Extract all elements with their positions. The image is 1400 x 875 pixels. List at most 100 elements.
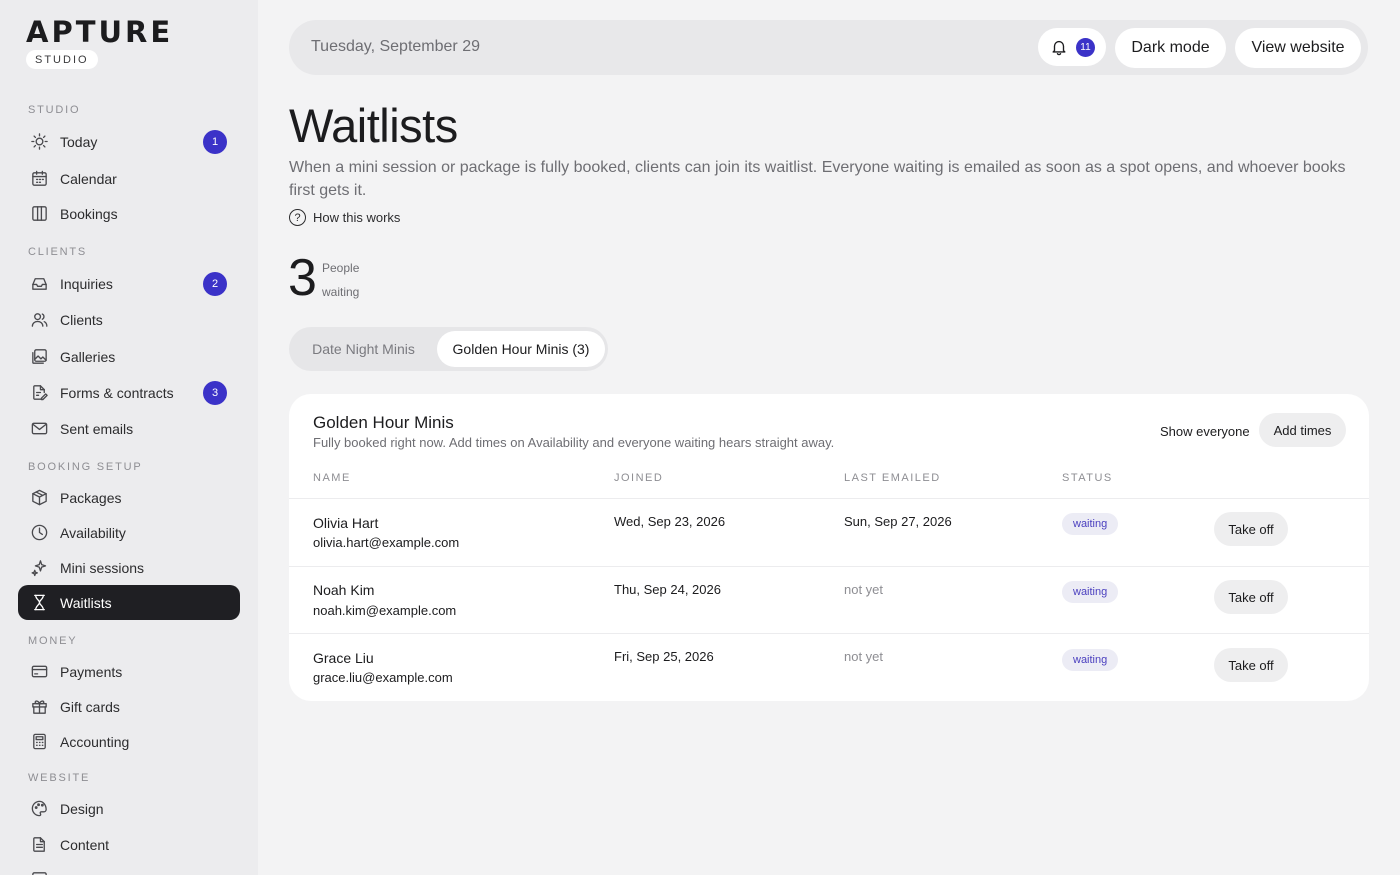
sidebar-item-label: Waitlists (60, 594, 112, 611)
row-last-emailed: Sun, Sep 27, 2026 (844, 514, 952, 529)
sidebar-item-forms-contracts[interactable]: Forms & contracts 3 (18, 375, 240, 410)
bell-icon (1052, 40, 1066, 56)
waiting-count-sublabel: waiting (322, 285, 360, 299)
hourglass-icon (34, 594, 45, 611)
sidebar-item-clients[interactable]: Clients (18, 302, 240, 337)
logo-wordmark: APTURE (26, 15, 174, 49)
sidebar-item-inquiries[interactable]: Inquiries 2 (18, 266, 240, 301)
mail-icon (31, 422, 48, 435)
page-title: Waitlists (289, 99, 458, 152)
show-everyone-button[interactable]: Show everyone (1160, 424, 1250, 439)
sidebar-item-galleries[interactable]: Galleries (18, 339, 240, 374)
form-icon (33, 385, 48, 401)
column-header-last-emailed: LAST EMAILED (844, 472, 941, 484)
how-this-works-label: How this works (313, 210, 401, 225)
how-this-works-link[interactable]: ? How this works (289, 209, 400, 226)
palette-icon (31, 800, 47, 817)
clock-icon (31, 524, 48, 541)
row-email: noah.kim@example.com (313, 603, 457, 618)
gallery-icon (32, 349, 47, 364)
row-name: Olivia Hart (313, 515, 379, 531)
waitlist-tabs: Date Night Minis Golden Hour Minis (3) (289, 327, 608, 371)
columns-icon (32, 206, 47, 221)
row-joined: Thu, Sep 24, 2026 (614, 582, 721, 597)
sidebar-item-sent-emails[interactable]: Sent emails (18, 411, 240, 446)
sidebar-item-label: Accounting (60, 733, 130, 750)
column-header-joined: JOINED (614, 472, 664, 484)
section-label-clients: CLIENTS (28, 246, 88, 258)
sidebar-item-availability[interactable]: Availability (18, 515, 240, 550)
sparkle-icon (31, 560, 47, 577)
sidebar-item-design[interactable]: Design (18, 791, 240, 826)
logo-tag: STUDIO (26, 50, 98, 69)
sidebar-item-gift-cards[interactable]: Gift cards (18, 689, 240, 724)
sidebar-item-label: Payments (60, 663, 123, 680)
users-icon (31, 313, 48, 327)
sidebar-item-calendar[interactable]: Calendar (18, 161, 240, 196)
sidebar-item-label: Clients (60, 311, 103, 328)
sidebar-item-partial[interactable] (18, 862, 240, 875)
sidebar-item-bookings[interactable]: Bookings (18, 196, 240, 231)
row-last-emailed: not yet (844, 582, 884, 597)
sidebar-item-label: Sent emails (60, 420, 134, 437)
document-icon (32, 872, 47, 875)
take-off-button[interactable]: Take off (1214, 512, 1288, 546)
page-description: When a mini session or package is fully … (289, 159, 1346, 199)
help-circle-icon: ? (289, 209, 306, 226)
status-badge: waiting (1062, 513, 1119, 535)
take-off-button[interactable]: Take off (1214, 580, 1288, 614)
column-header-status: STATUS (1062, 472, 1113, 484)
row-email: grace.liu@example.com (313, 670, 453, 685)
dark-mode-button[interactable]: Dark mode (1115, 28, 1226, 68)
sidebar-item-packages[interactable]: Packages (18, 480, 240, 515)
row-name: Noah Kim (313, 582, 375, 598)
status-badge: waiting (1062, 649, 1119, 671)
column-header-name: NAME (313, 472, 351, 484)
sidebar-item-label: Availability (60, 524, 126, 541)
sidebar-item-today[interactable]: Today 1 (18, 124, 240, 159)
logo[interactable]: APTURE STUDIO (26, 18, 173, 69)
sidebar-item-content[interactable]: Content (18, 827, 240, 862)
count-badge: 2 (203, 271, 227, 296)
row-email: olivia.hart@example.com (313, 535, 460, 550)
current-date: Tuesday, September 29 (311, 38, 480, 55)
view-website-button[interactable]: View website (1235, 28, 1361, 68)
sun-icon (31, 133, 48, 150)
sidebar-item-label: Content (60, 836, 110, 853)
gift-icon (32, 700, 47, 714)
card-subtitle: Fully booked right now. Add times on Ava… (313, 435, 835, 450)
sidebar-item-label: Today (60, 133, 98, 150)
sidebar-item-label: Calendar (60, 170, 117, 187)
sidebar-item-waitlists[interactable]: Waitlists (18, 585, 240, 620)
section-label-studio: STUDIO (28, 104, 81, 116)
sidebar-item-label: Forms & contracts (60, 384, 174, 401)
inbox-icon (32, 278, 47, 290)
section-label-website: WEBSITE (28, 772, 91, 784)
sidebar-item-label: Mini sessions (60, 559, 145, 576)
row-last-emailed: not yet (844, 649, 884, 664)
tab-date-night-minis[interactable]: Date Night Minis (295, 331, 432, 367)
notifications-button[interactable]: 11 (1038, 28, 1106, 66)
sidebar-item-mini-sessions[interactable]: Mini sessions (18, 550, 240, 585)
count-badge: 3 (203, 380, 227, 405)
sidebar-item-label: Inquiries (60, 275, 113, 292)
waiting-count: 3 (288, 249, 317, 307)
credit-card-icon (31, 665, 48, 678)
add-times-button[interactable]: Add times (1259, 413, 1346, 447)
sidebar-item-payments[interactable]: Payments (18, 654, 240, 689)
take-off-button[interactable]: Take off (1214, 648, 1288, 682)
calculator-icon (33, 733, 46, 750)
divider (289, 498, 1369, 499)
tab-golden-hour-minis[interactable]: Golden Hour Minis (3) (437, 331, 605, 367)
section-label-money: MONEY (28, 635, 78, 647)
notification-count-badge: 11 (1076, 37, 1095, 57)
top-bar: Tuesday, September 29 11 Dark mode View … (289, 20, 1368, 75)
section-label-booking-setup: BOOKING SETUP (28, 461, 143, 473)
sidebar-item-accounting[interactable]: Accounting (18, 724, 240, 759)
sidebar-item-label: Design (60, 800, 104, 817)
sidebar-item-label: Galleries (60, 348, 116, 365)
document-icon (33, 837, 45, 852)
calendar-icon (32, 170, 47, 186)
sidebar-item-label: Packages (60, 489, 122, 506)
sidebar-item-label: Gift cards (60, 698, 120, 715)
